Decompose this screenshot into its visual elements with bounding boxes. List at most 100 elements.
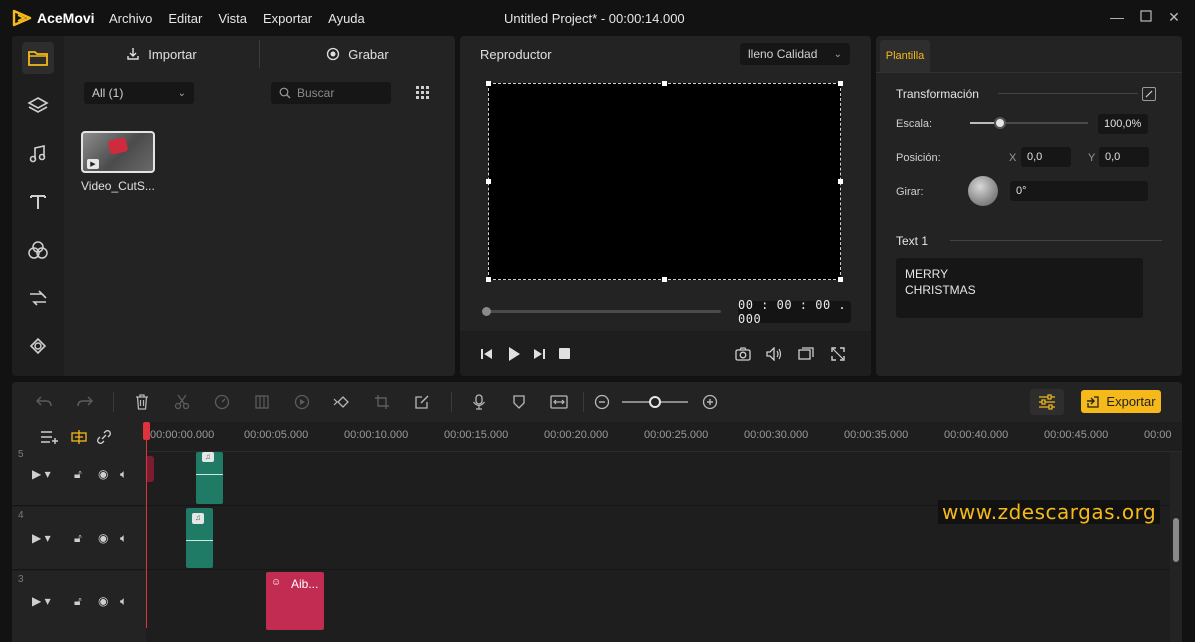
menu-archivo[interactable]: Archivo xyxy=(109,11,152,26)
resize-handle[interactable] xyxy=(486,179,491,184)
menu-vista[interactable]: Vista xyxy=(218,11,247,26)
playback-slider[interactable] xyxy=(482,307,721,316)
snap-icon[interactable] xyxy=(70,429,88,448)
export-button[interactable]: Exportar xyxy=(1081,390,1161,413)
audio-clip[interactable]: ♫ xyxy=(186,508,213,568)
speaker-icon[interactable]: 🔈︎ xyxy=(120,531,127,546)
zoom-out-icon[interactable] xyxy=(592,392,612,412)
menu-exportar[interactable]: Exportar xyxy=(263,11,312,26)
keyframe-icon[interactable] xyxy=(332,392,352,412)
scrollbar-thumb[interactable] xyxy=(1173,518,1179,562)
snapshot-icon[interactable] xyxy=(735,347,751,364)
eye-icon[interactable]: ◉ xyxy=(98,531,108,545)
shield-icon[interactable] xyxy=(509,392,529,412)
menu-editar[interactable]: Editar xyxy=(168,11,202,26)
effects-icon[interactable] xyxy=(22,234,54,266)
stop-icon[interactable] xyxy=(559,348,570,359)
add-track-icon[interactable] xyxy=(40,430,60,447)
eye-icon[interactable]: ◉ xyxy=(98,467,108,481)
app-logo: AceMovi xyxy=(12,9,95,27)
play-icon[interactable] xyxy=(506,346,522,365)
text-content-field[interactable]: MERRY CHRISTMAS xyxy=(896,258,1143,318)
edit-clip-icon[interactable] xyxy=(412,392,432,412)
close-icon[interactable]: ✕ xyxy=(1167,10,1181,24)
music-icon[interactable] xyxy=(22,138,54,170)
next-frame-icon[interactable] xyxy=(532,347,546,364)
volume-icon[interactable] xyxy=(766,346,782,364)
link-icon[interactable] xyxy=(97,430,111,447)
track-lane[interactable]: ♫ www.zdescargas.org xyxy=(146,500,1170,570)
filter-value: All (1) xyxy=(92,86,124,100)
reverse-icon[interactable] xyxy=(292,392,312,412)
resize-handle[interactable] xyxy=(486,81,491,86)
scale-slider[interactable] xyxy=(970,117,1088,129)
lock-icon[interactable]: 🔓︎ xyxy=(74,531,82,546)
speaker-icon[interactable]: 🔈︎ xyxy=(120,594,127,609)
transitions-icon[interactable] xyxy=(22,282,54,314)
delete-icon[interactable] xyxy=(132,392,152,412)
text-clip[interactable]: ☺ Aib... xyxy=(266,572,324,630)
slider-knob[interactable] xyxy=(482,307,491,316)
stickers-icon[interactable] xyxy=(22,330,54,362)
rotate-dial[interactable] xyxy=(968,176,998,206)
split-icon[interactable] xyxy=(252,392,272,412)
settings-sliders-icon[interactable] xyxy=(1030,389,1064,415)
lock-icon[interactable]: 🔓︎ xyxy=(74,594,82,609)
layers-icon[interactable] xyxy=(22,90,54,122)
lock-icon[interactable]: 🔓︎ xyxy=(74,467,82,482)
zoom-knob[interactable] xyxy=(649,396,661,408)
scale-knob[interactable] xyxy=(993,117,1006,129)
video-track-icon[interactable]: ▶ ▾ xyxy=(32,467,51,481)
timeline-scrollbar[interactable] xyxy=(1170,452,1182,642)
fullscreen-icon[interactable] xyxy=(831,347,845,364)
cut-icon[interactable] xyxy=(172,392,192,412)
preview-canvas[interactable] xyxy=(486,81,843,282)
record-button[interactable]: Grabar xyxy=(260,36,455,72)
track-lane[interactable]: ☺ Aib... xyxy=(146,571,1170,642)
zoom-in-icon[interactable] xyxy=(700,392,720,412)
eye-icon[interactable]: ◉ xyxy=(98,594,108,608)
tab-plantilla[interactable]: Plantilla xyxy=(880,40,930,72)
playhead-handle[interactable] xyxy=(143,422,150,440)
position-x-field[interactable]: 0,0 xyxy=(1021,147,1071,167)
redo-icon[interactable] xyxy=(75,392,95,412)
fit-icon[interactable] xyxy=(549,392,569,412)
quality-dropdown[interactable]: lleno Calidad ⌄ xyxy=(740,43,850,65)
resize-handle[interactable] xyxy=(662,277,667,282)
menu-ayuda[interactable]: Ayuda xyxy=(328,11,365,26)
scale-value-field[interactable]: 100,0% xyxy=(1098,114,1148,134)
undo-icon[interactable] xyxy=(34,392,54,412)
import-button[interactable]: Importar xyxy=(64,36,259,72)
media-folder-icon[interactable] xyxy=(22,42,54,74)
timeline-clip[interactable] xyxy=(146,456,154,482)
playhead[interactable] xyxy=(143,422,150,628)
search-input[interactable]: Buscar xyxy=(271,82,391,104)
video-track-icon[interactable]: ▶ ▾ xyxy=(32,531,51,545)
prev-frame-icon[interactable] xyxy=(480,347,494,364)
minimize-icon[interactable]: — xyxy=(1110,10,1124,24)
resize-handle[interactable] xyxy=(662,81,667,86)
resize-handle[interactable] xyxy=(838,277,843,282)
zoom-slider[interactable] xyxy=(622,396,688,408)
resize-handle[interactable] xyxy=(838,81,843,86)
audio-clip[interactable]: ♫ xyxy=(196,452,223,504)
maximize-icon[interactable] xyxy=(1139,10,1153,24)
edit-icon[interactable] xyxy=(1142,87,1156,101)
grid-view-icon[interactable] xyxy=(416,86,430,103)
pip-icon[interactable] xyxy=(798,347,814,364)
resize-handle[interactable] xyxy=(486,277,491,282)
media-thumbnail[interactable]: ▶ xyxy=(81,131,155,173)
timeline-ruler[interactable]: 00:00:00.000 00:00:05.000 00:00:10.000 0… xyxy=(146,422,1182,452)
rotate-field[interactable]: 0° xyxy=(1010,181,1148,201)
text-icon[interactable] xyxy=(22,186,54,218)
speed-icon[interactable] xyxy=(212,392,232,412)
position-y-field[interactable]: 0,0 xyxy=(1099,147,1149,167)
video-track-icon[interactable]: ▶ ▾ xyxy=(32,594,51,608)
media-filter-dropdown[interactable]: All (1) ⌄ xyxy=(84,82,194,104)
crop-icon[interactable] xyxy=(372,392,392,412)
timecode-display: 00 : 00 : 00 . 000 xyxy=(738,298,851,326)
track-lane[interactable]: ♫ xyxy=(146,452,1170,506)
speaker-icon[interactable]: 🔈︎ xyxy=(120,467,127,482)
resize-handle[interactable] xyxy=(838,179,843,184)
microphone-icon[interactable] xyxy=(469,392,489,412)
